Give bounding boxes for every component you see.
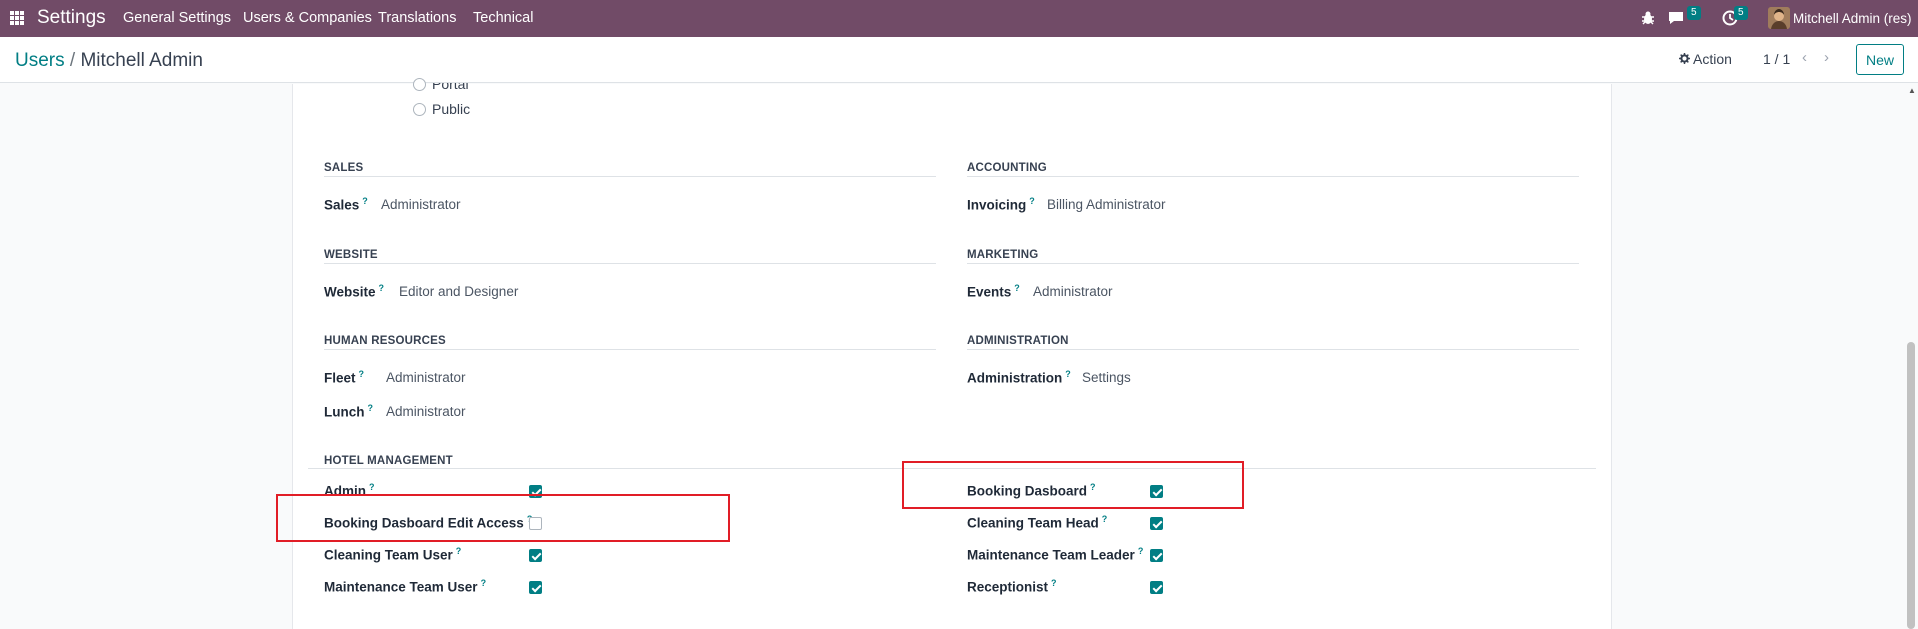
field-value-lunch[interactable]: Administrator [386, 404, 466, 419]
breadcrumb: Users / Mitchell Admin [15, 50, 203, 72]
field-label-website: Website? [324, 283, 385, 300]
help-icon[interactable]: ? [1065, 369, 1071, 379]
field-value-administration[interactable]: Settings [1082, 370, 1131, 385]
help-icon[interactable]: ? [1051, 578, 1057, 588]
field-value-invoicing[interactable]: Billing Administrator [1047, 197, 1166, 212]
chat-icon[interactable] [1667, 10, 1685, 26]
section-divider [967, 349, 1579, 350]
help-icon[interactable]: ? [362, 196, 368, 206]
radio-public-label: Public [432, 101, 471, 117]
section-divider [967, 176, 1579, 177]
chat-badge: 5 [1687, 6, 1701, 20]
breadcrumb-users-link[interactable]: Users [15, 50, 65, 71]
help-icon[interactable]: ? [1029, 196, 1035, 206]
section-title-marketing: MARKETING [967, 249, 1039, 261]
new-button[interactable]: New [1856, 44, 1904, 75]
section-divider [324, 263, 936, 264]
apps-menu-icon[interactable] [10, 11, 24, 25]
scroll-up-icon[interactable]: ▲ [1908, 86, 1916, 95]
maintenance-team-leader-label: Maintenance Team Leader? [967, 546, 1144, 563]
section-title-website: WEBSITE [324, 249, 378, 261]
section-title-human-resources: HUMAN RESOURCES [324, 335, 446, 347]
help-icon[interactable]: ? [359, 369, 365, 379]
breadcrumb-separator: / [69, 50, 76, 71]
field-value-events[interactable]: Administrator [1033, 284, 1113, 299]
help-icon[interactable]: ? [481, 578, 487, 588]
field-label-fleet: Fleet? [324, 369, 365, 386]
section-title-administration: ADMINISTRATION [967, 335, 1069, 347]
top-navbar: Settings General Settings Users & Compan… [0, 0, 1918, 37]
section-title-accounting: ACCOUNTING [967, 162, 1047, 174]
section-divider [324, 349, 936, 350]
section-title-sales: SALES [324, 162, 364, 174]
highlight-box-booking-dashboard [902, 461, 1244, 509]
highlight-box-edit-access [276, 494, 730, 542]
pager-value[interactable]: 1 / 1 [1763, 51, 1790, 67]
cleaning-team-head-checkbox[interactable] [1150, 517, 1163, 530]
field-value-sales[interactable]: Administrator [381, 197, 461, 212]
cleaning-team-head-label: Cleaning Team Head? [967, 514, 1108, 531]
action-label: Action [1693, 51, 1732, 67]
section-divider [967, 263, 1579, 264]
action-menu-button[interactable]: Action [1679, 51, 1732, 67]
section-divider [324, 176, 936, 177]
cleaning-team-user-label: Cleaning Team User? [324, 546, 462, 563]
receptionist-checkbox[interactable] [1150, 581, 1163, 594]
pager-previous-icon[interactable]: ‹ [1802, 49, 1807, 66]
help-icon[interactable]: ? [1138, 546, 1144, 556]
help-icon[interactable]: ? [379, 283, 385, 293]
pager-next-icon[interactable]: › [1824, 49, 1829, 66]
help-icon[interactable]: ? [368, 403, 374, 413]
field-label-events: Events? [967, 283, 1020, 300]
help-icon[interactable]: ? [1014, 283, 1020, 293]
section-title-hotel-management: HOTEL MANAGEMENT [324, 455, 453, 467]
gear-icon [1679, 51, 1690, 67]
activity-badge: 5 [1734, 6, 1748, 20]
maintenance-team-leader-checkbox[interactable] [1150, 549, 1163, 562]
field-label-invoicing: Invoicing? [967, 196, 1035, 213]
help-icon[interactable]: ? [1102, 514, 1108, 524]
field-label-lunch: Lunch? [324, 403, 373, 420]
maintenance-team-user-label: Maintenance Team User? [324, 578, 487, 595]
help-icon[interactable]: ? [369, 482, 375, 492]
menu-users-companies[interactable]: Users & Companies [243, 10, 372, 26]
maintenance-team-user-checkbox[interactable] [529, 581, 542, 594]
cleaning-team-user-checkbox[interactable] [529, 549, 542, 562]
receptionist-label: Receptionist? [967, 578, 1057, 595]
app-name[interactable]: Settings [37, 7, 106, 29]
control-panel [0, 37, 1918, 83]
menu-translations[interactable]: Translations [378, 10, 456, 26]
field-label-sales: Sales? [324, 196, 368, 213]
field-label-administration: Administration? [967, 369, 1071, 386]
user-avatar[interactable] [1768, 7, 1790, 29]
radio-portal[interactable] [413, 78, 426, 91]
field-value-website[interactable]: Editor and Designer [399, 284, 518, 299]
field-value-fleet[interactable]: Administrator [386, 370, 466, 385]
user-menu-name[interactable]: Mitchell Admin (res) [1793, 11, 1912, 26]
radio-public[interactable] [413, 103, 426, 116]
breadcrumb-current: Mitchell Admin [80, 50, 203, 71]
debug-bug-icon[interactable] [1641, 10, 1655, 26]
form-sheet [292, 84, 1612, 629]
scrollbar-thumb[interactable] [1907, 342, 1915, 629]
menu-general-settings[interactable]: General Settings [123, 10, 231, 26]
menu-technical[interactable]: Technical [473, 10, 533, 26]
help-icon[interactable]: ? [456, 546, 462, 556]
